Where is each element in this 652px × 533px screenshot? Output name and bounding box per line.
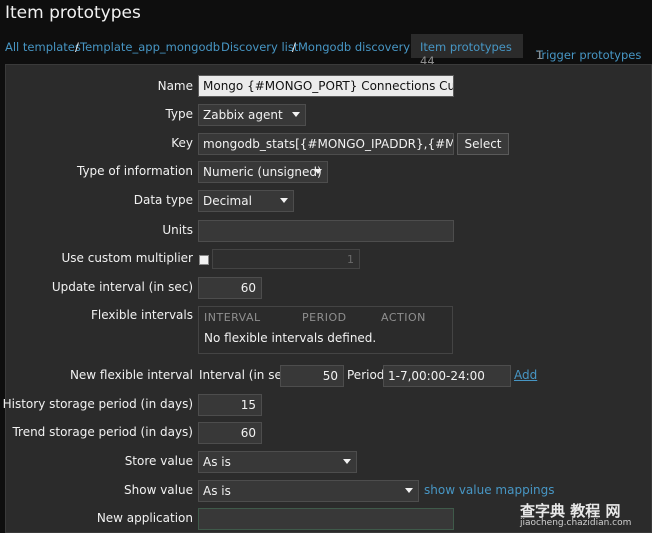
type-select[interactable]: Zabbix agent — [198, 104, 306, 126]
chevron-down-icon — [292, 112, 300, 117]
interval-sec-label: Interval (in sec) — [199, 368, 294, 382]
new-application-label: New application — [96, 511, 193, 525]
trend-input[interactable]: 60 — [198, 422, 262, 444]
key-label: Key — [171, 136, 193, 150]
flexible-intervals-label: Flexible intervals — [91, 308, 193, 322]
show-value-label: Show value — [124, 483, 193, 497]
page-title: Item prototypes — [5, 3, 141, 23]
type-select-value: Zabbix agent — [203, 108, 283, 122]
new-application-input[interactable] — [198, 508, 454, 530]
chevron-down-icon — [405, 488, 413, 493]
type-label: Type — [165, 107, 193, 121]
flexible-intervals-table: INTERVAL PERIOD ACTION No flexible inter… — [198, 306, 453, 354]
tab-trigger-prototypes-label: Trigger prototypes — [536, 48, 642, 62]
tab-trigger-prototypes-count: 1 — [536, 48, 544, 62]
store-value-select[interactable]: As is — [198, 451, 357, 473]
period-label: Period — [347, 368, 385, 382]
name-label: Name — [157, 79, 193, 93]
page-header: Item prototypes — [0, 0, 652, 30]
update-interval-input[interactable]: 60 — [198, 277, 262, 299]
new-interval-input[interactable]: 50 — [280, 365, 344, 387]
nav-discovery-list-link[interactable]: Discovery list — [221, 40, 298, 54]
chevron-down-icon — [343, 459, 351, 464]
key-input[interactable]: mongodb_stats[{#MONGO_IPADDR},{#MONGO — [198, 133, 454, 155]
custom-multiplier-checkbox[interactable] — [199, 255, 209, 265]
trend-label: Trend storage period (in days) — [12, 425, 193, 439]
show-value-select[interactable]: As is — [198, 480, 419, 502]
show-value-value: As is — [203, 484, 231, 498]
breadcrumb-separator: / — [75, 40, 79, 54]
column-header-interval: INTERVAL — [204, 311, 261, 324]
update-interval-label: Update interval (in sec) — [51, 280, 193, 294]
store-value-value: As is — [203, 455, 231, 469]
column-header-action: ACTION — [381, 311, 426, 324]
custom-multiplier-label: Use custom multiplier — [61, 251, 193, 265]
nav-all-templates-link[interactable]: All templates — [5, 40, 81, 54]
breadcrumb-nav: All templates / Template_app_mongodb Dis… — [0, 32, 652, 68]
column-header-period: PERIOD — [302, 311, 347, 324]
watermark-url: jiaocheng.chazidian.com — [520, 518, 632, 528]
new-flexible-interval-label: New flexible interval — [69, 368, 193, 382]
history-label: History storage period (in days) — [2, 397, 193, 411]
data-type-value: Decimal — [203, 194, 252, 208]
nav-template-link[interactable]: Template_app_mongodb — [80, 40, 220, 54]
add-interval-link[interactable]: Add — [514, 368, 537, 382]
type-of-information-label: Type of information — [76, 164, 193, 178]
store-value-label: Store value — [124, 454, 193, 468]
chevron-down-icon — [280, 198, 288, 203]
show-value-mappings-link[interactable]: show value mappings — [424, 483, 555, 497]
breadcrumb-separator: / — [292, 40, 296, 54]
custom-multiplier-input[interactable]: 1 — [212, 249, 360, 269]
data-type-select[interactable]: Decimal — [198, 190, 294, 212]
type-of-information-value: Numeric (unsigned) — [203, 165, 322, 179]
tab-item-prototypes-label: Item prototypes — [420, 40, 512, 54]
name-input[interactable]: Mongo {#MONGO_PORT} Connections Current — [198, 75, 454, 97]
watermark: 查字典 教程 网 jiaocheng.chazidian.com — [520, 500, 652, 533]
flexible-intervals-empty: No flexible intervals defined. — [204, 331, 377, 345]
data-type-label: Data type — [133, 193, 193, 207]
history-input[interactable]: 15 — [198, 394, 262, 416]
chevron-down-icon — [314, 169, 322, 174]
key-select-button[interactable]: Select — [457, 133, 509, 155]
type-of-information-select[interactable]: Numeric (unsigned) — [198, 161, 328, 183]
units-label: Units — [162, 223, 193, 237]
nav-discovery-link[interactable]: Mongodb discovery — [298, 40, 410, 54]
item-prototype-form: Name Mongo {#MONGO_PORT} Connections Cur… — [3, 64, 652, 533]
new-period-input[interactable]: 1-7,00:00-24:00 — [383, 365, 511, 387]
units-input[interactable] — [198, 220, 454, 242]
tab-item-prototypes[interactable]: Item prototypes 44 — [411, 34, 523, 68]
